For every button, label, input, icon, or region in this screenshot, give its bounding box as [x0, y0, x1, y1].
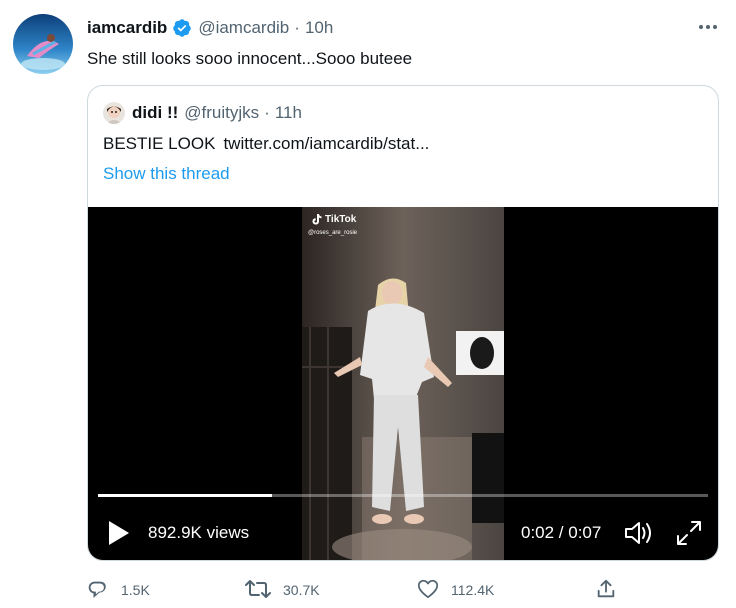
reply-count: 1.5K: [121, 582, 150, 598]
play-icon[interactable]: [106, 519, 132, 547]
tiktok-watermark: TikTok: [312, 214, 356, 225]
like-count: 112.4K: [451, 582, 495, 598]
quoted-tweet-body: BESTIE LOOK: [103, 134, 216, 153]
heart-icon: [417, 578, 451, 603]
retweet-count: 30.7K: [283, 582, 320, 598]
reply-icon: [87, 578, 121, 603]
quoted-tweet-text: BESTIE LOOK twitter.com/iamcardib/stat...: [103, 134, 429, 154]
show-thread-link[interactable]: Show this thread: [103, 164, 230, 184]
tweet-actions: 1.5K 30.7K 112.4K: [87, 576, 627, 604]
video-progress-bar[interactable]: [98, 494, 708, 497]
video-duration: 0:02 / 0:07: [521, 523, 602, 542]
quoted-author-name: didi !!: [132, 103, 179, 122]
retweet-button[interactable]: 30.7K: [245, 576, 320, 604]
volume-icon[interactable]: [623, 519, 655, 547]
quoted-tweet-link[interactable]: twitter.com/iamcardib/stat...: [223, 134, 429, 153]
quoted-author-handle: @fruityjks: [184, 103, 260, 122]
more-dots-icon[interactable]: [695, 17, 721, 37]
separator-dot: ·: [264, 103, 270, 122]
quoted-tweet-timestamp: 11h: [274, 103, 302, 122]
fullscreen-icon[interactable]: [675, 519, 703, 547]
retweet-icon: [245, 578, 283, 603]
video-player[interactable]: TikTok @roses_are_rosie 892.9K views 0:0…: [88, 207, 718, 560]
tweet-text: She still looks sooo innocent...Sooo but…: [87, 49, 413, 68]
tiktok-label: TikTok: [325, 214, 357, 225]
verified-badge-icon: [172, 18, 192, 38]
like-button[interactable]: 112.4K: [417, 576, 494, 604]
share-icon: [595, 578, 629, 603]
quoted-tweet-header: didi !! @fruityjks · 11h: [103, 102, 302, 124]
video-progress-fill: [98, 494, 272, 497]
author-avatar[interactable]: [13, 14, 73, 74]
quoted-tweet[interactable]: didi !! @fruityjks · 11h BESTIE LOOK twit…: [87, 85, 719, 561]
tweet-timestamp[interactable]: 10h: [305, 18, 333, 38]
share-button[interactable]: [595, 576, 629, 604]
tiktok-username: @roses_are_rosie: [308, 230, 358, 236]
tweet[interactable]: iamcardib @iamcardib · 10h She still loo…: [0, 0, 736, 608]
view-count: 892.9K views: [148, 523, 250, 542]
author-handle[interactable]: @iamcardib: [198, 18, 289, 38]
video-controls: 892.9K views 0:02 / 0:07: [88, 507, 718, 557]
author-name[interactable]: iamcardib: [87, 18, 167, 38]
quoted-author-avatar: [103, 102, 125, 124]
reply-button[interactable]: 1.5K: [87, 576, 150, 604]
separator-dot: ·: [294, 18, 300, 37]
tweet-header: iamcardib @iamcardib · 10h: [87, 15, 333, 41]
